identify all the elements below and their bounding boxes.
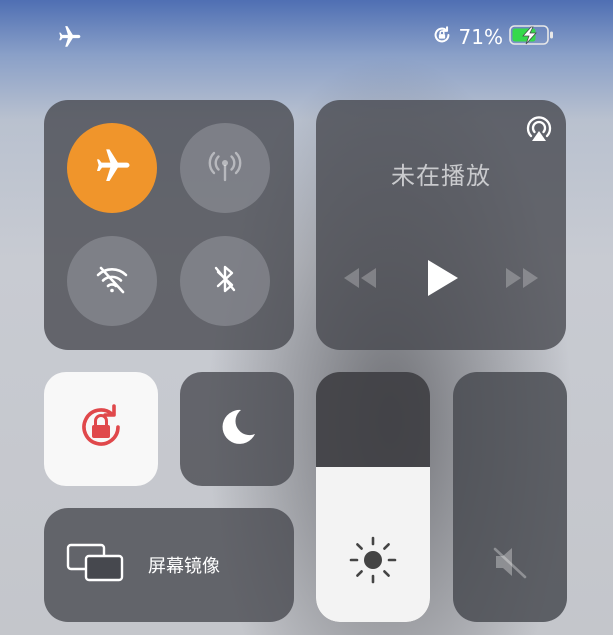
sun-icon [347, 534, 399, 590]
moon-icon [214, 404, 260, 454]
brightness-slider[interactable] [316, 372, 430, 622]
do-not-disturb-toggle[interactable] [180, 372, 294, 486]
wifi-toggle[interactable] [67, 236, 157, 326]
status-right: 71% [431, 22, 555, 52]
volume-slider[interactable] [453, 372, 567, 622]
orientation-lock-toggle[interactable] [44, 372, 158, 486]
cellular-data-toggle[interactable] [180, 123, 270, 213]
battery-percent: 71% [458, 25, 503, 49]
rewind-icon[interactable] [342, 266, 378, 294]
bluetooth-toggle[interactable] [180, 236, 270, 326]
now-playing-module[interactable]: 未在播放 [316, 100, 566, 350]
screen-mirroring-label: 屏幕镜像 [148, 556, 220, 577]
airplane-mode-toggle[interactable] [67, 123, 157, 213]
bluetooth-off-icon [205, 259, 245, 303]
lock-rotation-icon [72, 398, 130, 460]
now-playing-title: 未在播放 [391, 162, 491, 190]
battery-icon [509, 23, 555, 51]
orientation-lock-icon [431, 24, 453, 50]
play-icon[interactable] [424, 258, 460, 302]
fast-forward-icon[interactable] [504, 266, 540, 294]
speaker-muted-icon [492, 544, 528, 584]
wifi-off-icon [92, 259, 132, 303]
connectivity-module [44, 100, 294, 350]
status-airplane-icon [56, 24, 82, 50]
antenna-icon [205, 146, 245, 190]
screen-mirroring-icon [66, 542, 126, 588]
airplane-icon [92, 146, 132, 190]
screen-mirroring-button[interactable]: 屏幕镜像 [44, 508, 294, 622]
airplay-icon[interactable] [522, 112, 556, 150]
